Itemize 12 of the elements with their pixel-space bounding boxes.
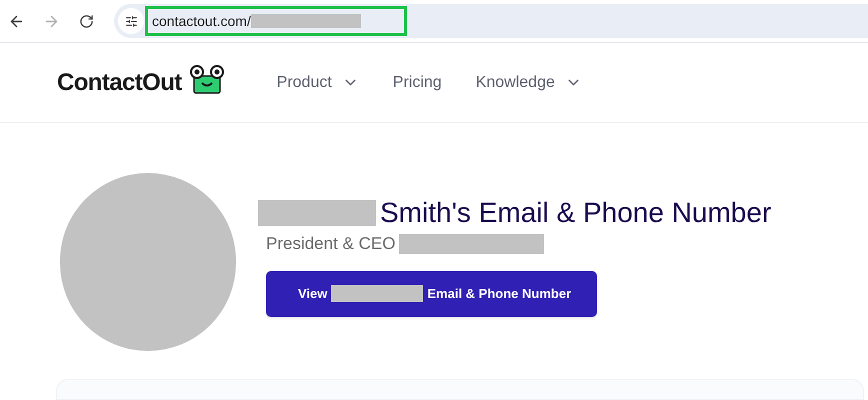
- nav-link[interactable]: Knowledge: [476, 70, 582, 94]
- reload-icon[interactable]: [78, 14, 94, 28]
- site-settings-icon[interactable]: [118, 8, 144, 34]
- nav-link[interactable]: Product: [276, 70, 359, 94]
- profile-heading: Smith's Email & Phone Number: [380, 196, 772, 230]
- nav-link[interactable]: Pricing: [392, 70, 442, 94]
- frog-logo-icon: [188, 64, 225, 94]
- url-text: contactout.com/: [152, 12, 251, 30]
- view-contact-button[interactable]: View Email & Phone Number: [266, 270, 597, 316]
- job-title: President & CEO: [266, 233, 396, 255]
- address-bar[interactable]: contactout.com/: [114, 4, 868, 38]
- logo-text[interactable]: ContactOut: [57, 64, 182, 100]
